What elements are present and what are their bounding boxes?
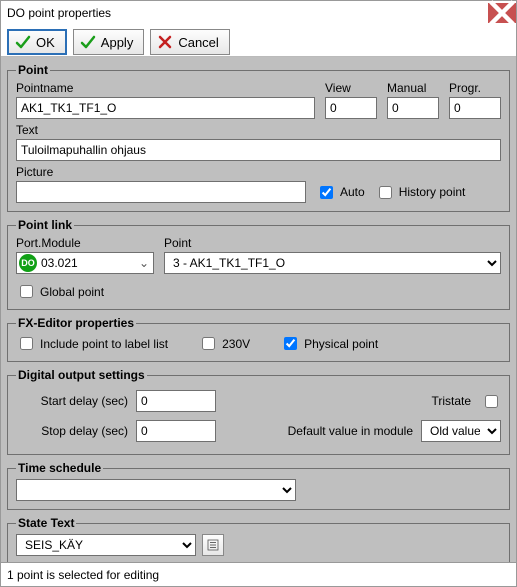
chevron-down-icon: ⌄ bbox=[135, 256, 153, 270]
close-icon bbox=[488, 0, 516, 27]
point-legend: Point bbox=[16, 63, 50, 77]
digital-output-legend: Digital output settings bbox=[16, 368, 147, 382]
point-label: Point bbox=[164, 236, 501, 250]
view-label: View bbox=[325, 81, 377, 95]
labellist-checkbox[interactable]: Include point to label list bbox=[16, 334, 168, 353]
history-checkbox-box[interactable] bbox=[379, 186, 392, 199]
list-icon bbox=[207, 539, 219, 551]
tristate-label: Tristate bbox=[431, 394, 471, 408]
stopdelay-label: Stop delay (sec) bbox=[16, 424, 128, 438]
auto-checkbox[interactable]: Auto bbox=[316, 183, 365, 202]
status-text: 1 point is selected for editing bbox=[7, 568, 159, 582]
physical-checkbox[interactable]: Physical point bbox=[280, 334, 378, 353]
v230-checkbox-label: 230V bbox=[222, 337, 250, 351]
check-icon bbox=[15, 34, 31, 50]
labellist-checkbox-label: Include point to label list bbox=[40, 337, 168, 351]
statetext-legend: State Text bbox=[16, 516, 76, 530]
do-badge-icon: DO bbox=[19, 254, 37, 272]
digital-output-group: Digital output settings Start delay (sec… bbox=[7, 368, 510, 455]
apply-label: Apply bbox=[101, 35, 134, 50]
fxeditor-legend: FX-Editor properties bbox=[16, 316, 136, 330]
check-icon bbox=[80, 34, 96, 50]
global-checkbox[interactable]: Global point bbox=[16, 282, 501, 301]
global-checkbox-label: Global point bbox=[40, 285, 104, 299]
progr-label: Progr. bbox=[449, 81, 501, 95]
picture-input[interactable] bbox=[16, 181, 306, 203]
timeschedule-legend: Time schedule bbox=[16, 461, 103, 475]
physical-checkbox-label: Physical point bbox=[304, 337, 378, 351]
stopdelay-input[interactable] bbox=[136, 420, 216, 442]
defaultvalue-label: Default value in module bbox=[288, 424, 413, 438]
statusbar: 1 point is selected for editing bbox=[1, 562, 516, 586]
progr-input[interactable] bbox=[449, 97, 501, 119]
portmodule-select[interactable]: DO 03.021 ⌄ bbox=[16, 252, 154, 274]
physical-checkbox-box[interactable] bbox=[284, 337, 297, 350]
pointname-label: Pointname bbox=[16, 81, 315, 95]
v230-checkbox-box[interactable] bbox=[202, 337, 215, 350]
ok-button[interactable]: OK bbox=[7, 29, 67, 55]
window-title: DO point properties bbox=[7, 6, 488, 20]
portmodule-value: 03.021 bbox=[37, 256, 135, 270]
manual-label: Manual bbox=[387, 81, 439, 95]
point-group: Point Pointname View Manual Progr. bbox=[7, 63, 510, 212]
pointlink-legend: Point link bbox=[16, 218, 74, 232]
apply-button[interactable]: Apply bbox=[73, 29, 145, 55]
history-checkbox-label: History point bbox=[399, 185, 466, 199]
pointlink-group: Point link Port.Module DO 03.021 ⌄ Point… bbox=[7, 218, 510, 310]
auto-checkbox-label: Auto bbox=[340, 185, 365, 199]
statetext-group: State Text SEIS_KÄY bbox=[7, 516, 510, 562]
auto-checkbox-box[interactable] bbox=[320, 186, 333, 199]
x-icon bbox=[157, 34, 173, 50]
v230-checkbox[interactable]: 230V bbox=[198, 334, 250, 353]
defaultvalue-select[interactable]: Old value bbox=[421, 420, 501, 442]
portmodule-label: Port.Module bbox=[16, 236, 154, 250]
dialog-body: Point Pointname View Manual Progr. bbox=[1, 57, 516, 562]
point-select[interactable]: 3 - AK1_TK1_TF1_O bbox=[164, 252, 501, 274]
view-input[interactable] bbox=[325, 97, 377, 119]
text-label: Text bbox=[16, 123, 501, 137]
history-checkbox[interactable]: History point bbox=[375, 183, 466, 202]
ok-label: OK bbox=[36, 35, 55, 50]
picture-label: Picture bbox=[16, 165, 501, 179]
startdelay-label: Start delay (sec) bbox=[16, 394, 128, 408]
timeschedule-group: Time schedule bbox=[7, 461, 510, 510]
manual-input[interactable] bbox=[387, 97, 439, 119]
statetext-select[interactable]: SEIS_KÄY bbox=[16, 534, 196, 556]
cancel-button[interactable]: Cancel bbox=[150, 29, 229, 55]
startdelay-input[interactable] bbox=[136, 390, 216, 412]
statetext-edit-button[interactable] bbox=[202, 534, 224, 556]
labellist-checkbox-box[interactable] bbox=[20, 337, 33, 350]
dialog-window: DO point properties OK Apply Cancel Poin… bbox=[0, 0, 517, 587]
close-button[interactable] bbox=[488, 3, 516, 23]
pointname-input[interactable] bbox=[16, 97, 315, 119]
timeschedule-select[interactable] bbox=[16, 479, 296, 501]
fxeditor-group: FX-Editor properties Include point to la… bbox=[7, 316, 510, 362]
cancel-label: Cancel bbox=[178, 35, 218, 50]
global-checkbox-box[interactable] bbox=[20, 285, 33, 298]
toolbar: OK Apply Cancel bbox=[1, 25, 516, 57]
tristate-checkbox[interactable] bbox=[485, 395, 498, 408]
titlebar: DO point properties bbox=[1, 1, 516, 25]
text-input[interactable] bbox=[16, 139, 501, 161]
